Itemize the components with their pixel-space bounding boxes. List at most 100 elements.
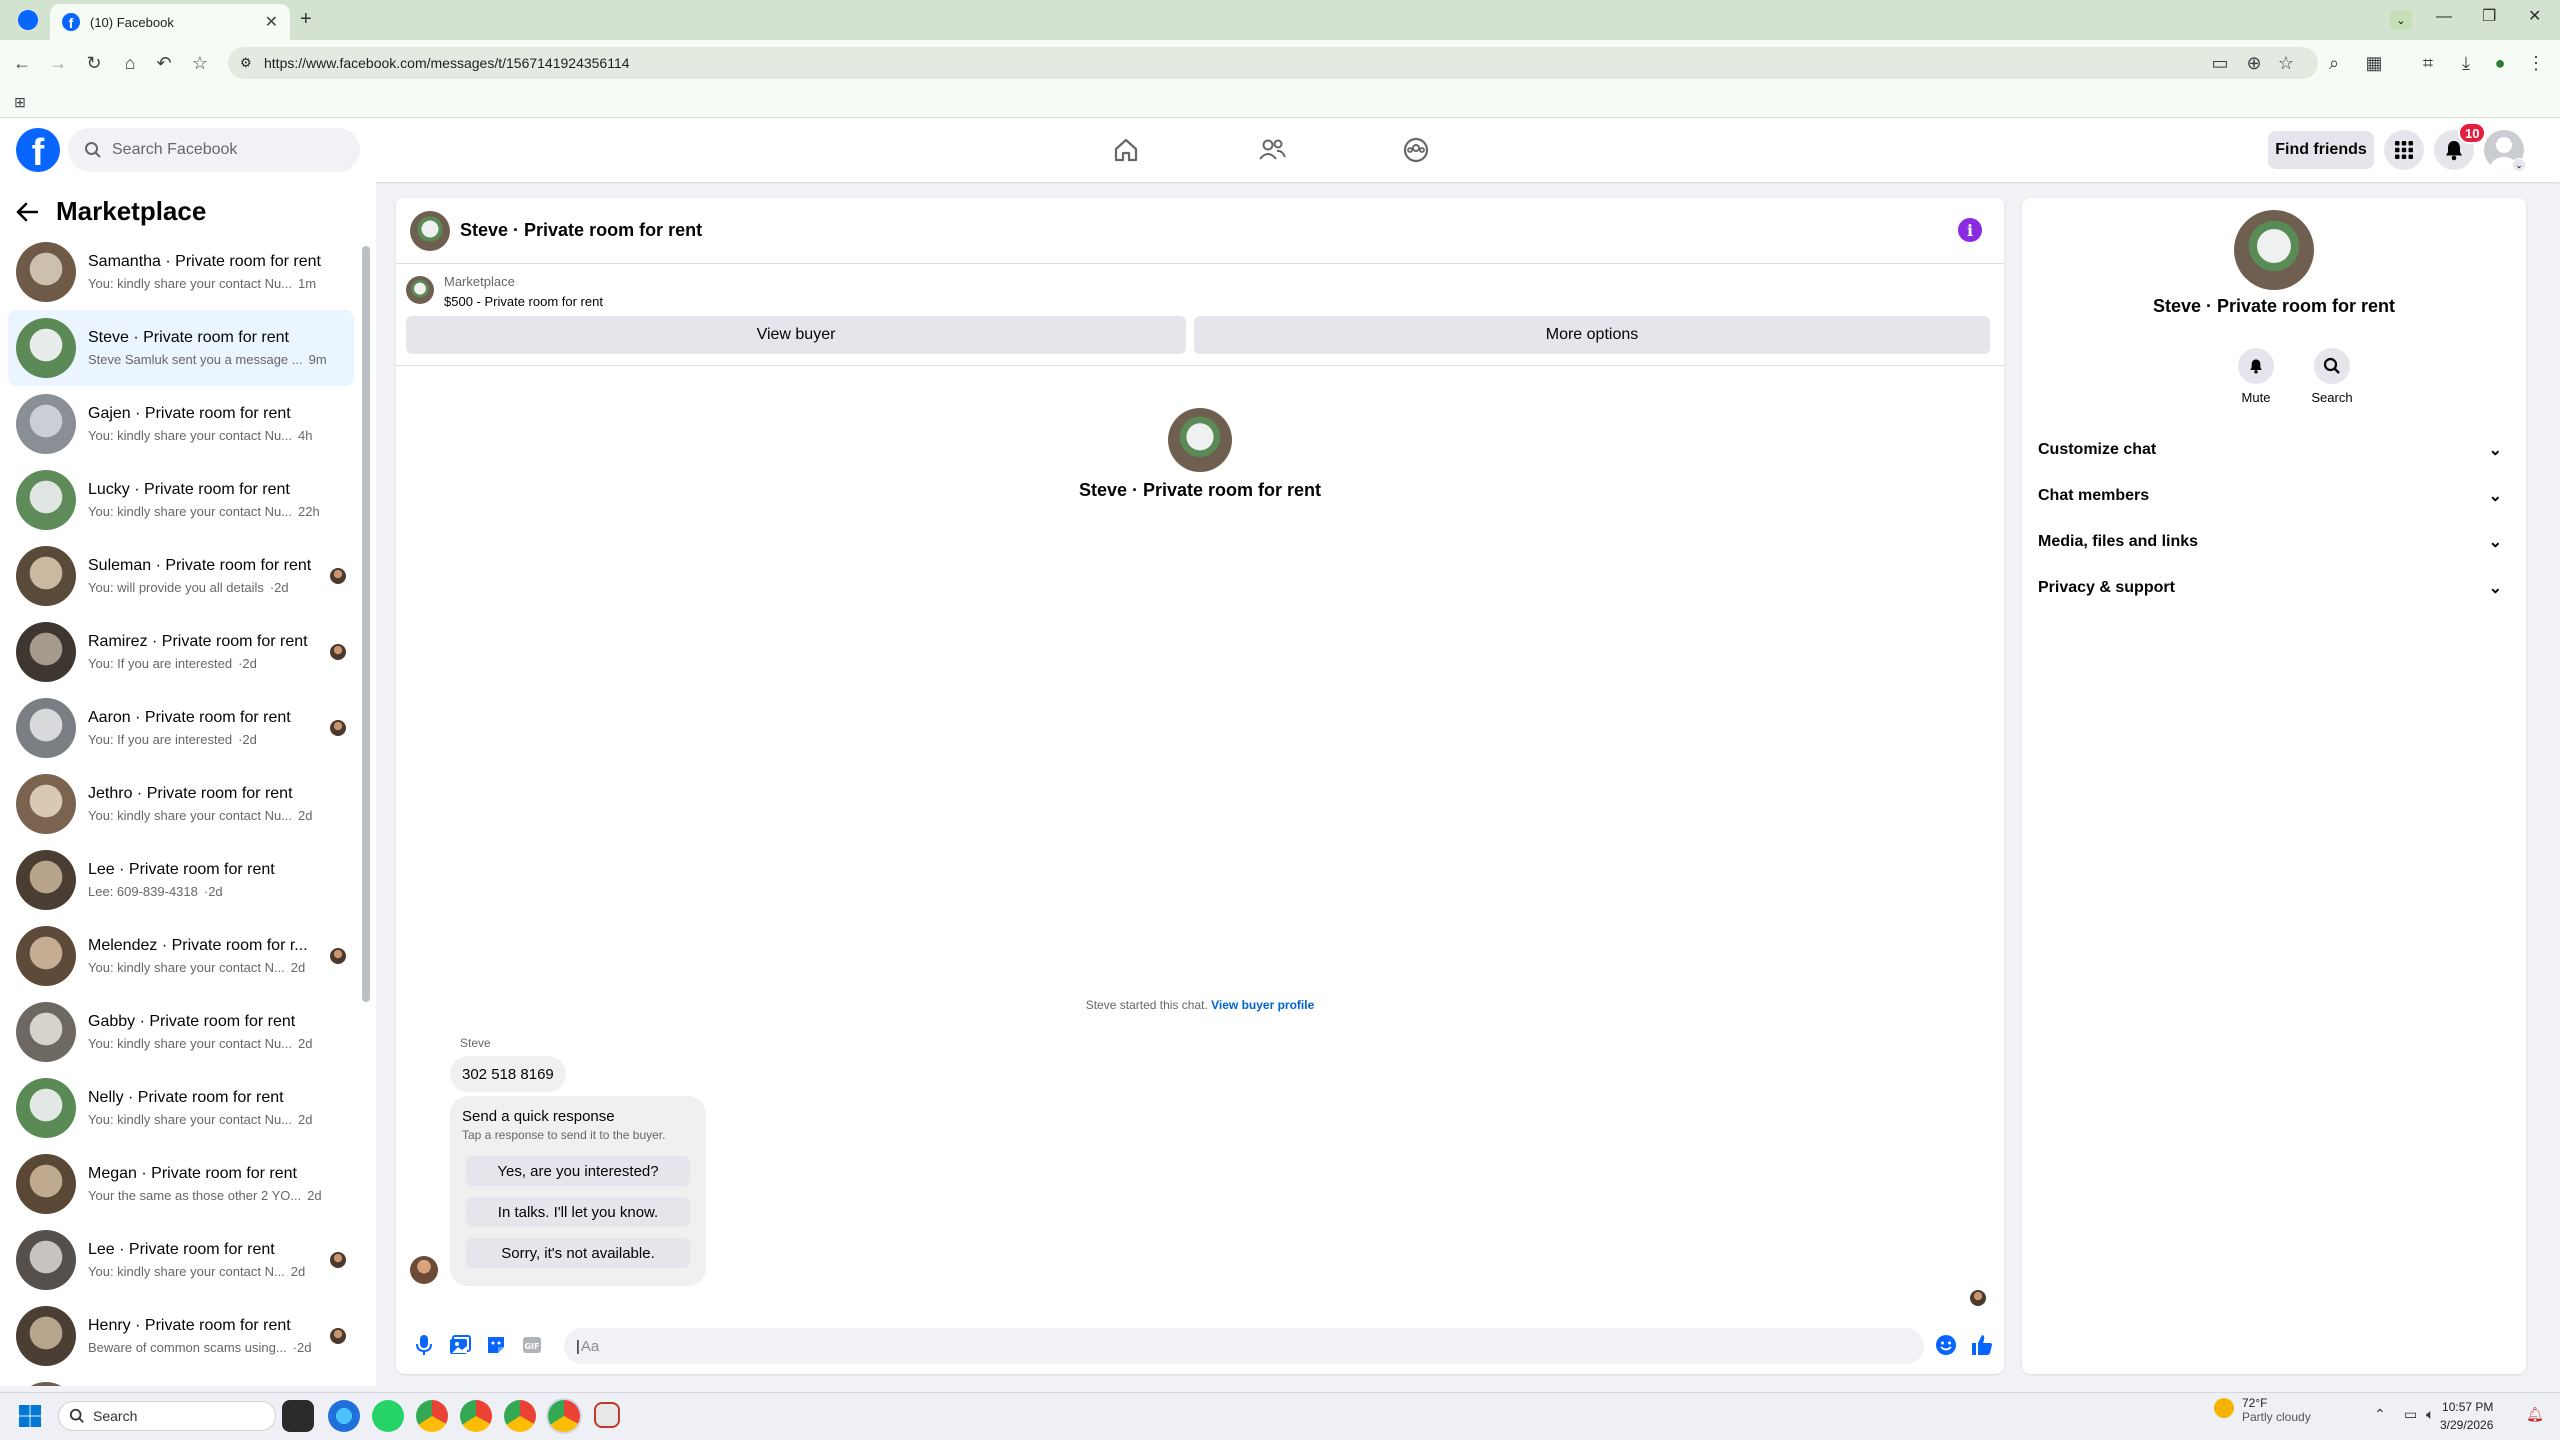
conversation-item[interactable]: Melendez · Private room for r... You: kin… — [8, 918, 354, 994]
close-tab-icon[interactable]: ✕ — [265, 12, 278, 32]
apps-grid-icon[interactable]: ⊞ — [6, 88, 34, 116]
taskbar-search-input[interactable]: Search — [58, 1401, 276, 1431]
conversation-item[interactable]: Lucky · Private room for rent You: kindly… — [8, 462, 354, 538]
quick-reply-interested[interactable]: Yes, are you interested? — [466, 1156, 690, 1186]
photo-icon[interactable] — [442, 1327, 478, 1363]
forward-icon[interactable]: → — [44, 49, 72, 77]
reload-icon[interactable]: ↻ — [80, 49, 108, 77]
notification-bell-icon[interactable]: 🔔︎ — [2526, 1406, 2544, 1423]
restore-icon[interactable]: ❐ — [2482, 6, 2496, 26]
weather-widget[interactable]: 72°F Partly cloudy — [2242, 1396, 2311, 1424]
listing-thumbnail[interactable] — [406, 276, 434, 304]
sender-avatar[interactable] — [410, 1256, 438, 1284]
network-icon[interactable]: ▭ — [2404, 1406, 2417, 1423]
chrome-active-icon[interactable] — [548, 1400, 580, 1432]
conversation-item[interactable]: Megan · Private room for rent Your the sa… — [8, 1146, 354, 1222]
new-tab-icon[interactable]: + — [300, 8, 312, 31]
info-avatar[interactable] — [2234, 210, 2314, 290]
account-chevron-icon[interactable]: ⌄ — [2512, 158, 2526, 172]
task-view-icon[interactable] — [282, 1400, 314, 1432]
nav-friends-icon[interactable] — [1216, 122, 1328, 178]
conversation-item[interactable]: Henry · Private room for rent Beware of c… — [8, 1298, 354, 1374]
install-app-icon[interactable]: ▭ — [2206, 49, 2234, 77]
undo-icon[interactable]: ↶ — [150, 49, 178, 77]
privacy-support-row[interactable]: Privacy & support ⌄ — [2038, 566, 2510, 610]
facebook-search-input[interactable]: Search Facebook — [68, 128, 360, 172]
listing-price-title[interactable]: $500 - Private room for rent — [444, 294, 603, 309]
like-thumb-icon[interactable] — [1964, 1327, 2000, 1363]
emoji-icon[interactable] — [1928, 1327, 1964, 1363]
conversation-item[interactable]: Samantha · Private room for rent You: kin… — [8, 234, 354, 310]
edge-browser-icon[interactable] — [328, 1400, 360, 1432]
info-icon[interactable]: i — [1958, 218, 1982, 242]
back-icon[interactable]: ← — [8, 49, 36, 77]
conversation-item[interactable]: Nelly · Private room for rent You: kindly… — [8, 1070, 354, 1146]
conversation-item[interactable]: Gabby · Private room for rent You: kindly… — [8, 994, 354, 1070]
conversation-item[interactable]: Aaron · Private room for rent You: If you… — [8, 690, 354, 766]
view-buyer-profile-link[interactable]: View buyer profile — [1211, 998, 1314, 1012]
conversation-name: Ramirez · Private room for rent — [88, 633, 308, 650]
weather-icon[interactable] — [2214, 1398, 2234, 1418]
conversation-item[interactable]: Lee · Private room for rent Lee: 609-839-… — [8, 842, 354, 918]
tab-search-icon[interactable]: ⌄ — [2390, 10, 2412, 30]
chat-avatar[interactable] — [410, 210, 450, 251]
sidebar-scrollbar-thumb[interactable] — [362, 246, 370, 1002]
customize-chat-row[interactable]: Customize chat ⌄ — [2038, 428, 2510, 472]
conversation-sidebar: Marketplace Samantha · Private room for … — [0, 182, 376, 1386]
chrome-profile-icon[interactable] — [460, 1400, 492, 1432]
conversation-item[interactable]: Ramirez · Private room for rent You: If y… — [8, 614, 354, 690]
volume-icon[interactable]: 🔈︎ — [2426, 1406, 2434, 1423]
facebook-logo-icon[interactable]: f — [16, 128, 60, 172]
microphone-icon[interactable] — [406, 1327, 442, 1363]
crop-icon[interactable]: ⌗ — [2414, 49, 2442, 77]
gif-icon[interactable]: GIF — [514, 1327, 550, 1363]
address-bar[interactable]: ⚙ https://www.facebook.com/messages/t/15… — [228, 47, 2318, 79]
conversation-item[interactable]: Gajen · Private room for rent You: kindly… — [8, 386, 354, 462]
snipping-tool-icon[interactable] — [594, 1402, 620, 1428]
system-clock[interactable]: 10:57 PM 3/29/2026 — [2440, 1398, 2493, 1434]
marketplace-listing-bar: Marketplace $500 - Private room for rent… — [396, 264, 2004, 366]
show-hidden-icons-icon[interactable]: ⌃ — [2374, 1406, 2386, 1423]
quick-reply-in-talks[interactable]: In talks. I'll let you know. — [466, 1197, 690, 1227]
site-info-icon[interactable]: ⚙ — [240, 55, 252, 71]
conversation-item[interactable]: Jethro · Private room for rent You: kindl… — [8, 766, 354, 842]
sticker-icon[interactable] — [478, 1327, 514, 1363]
menu-grid-icon[interactable] — [2384, 130, 2424, 170]
media-files-links-row[interactable]: Media, files and links ⌄ — [2038, 520, 2510, 564]
chat-members-row[interactable]: Chat members ⌄ — [2038, 474, 2510, 518]
browser-tab[interactable]: f (10) Facebook ✕ — [50, 4, 290, 40]
star-icon[interactable]: ☆ — [2272, 49, 2300, 77]
find-friends-button[interactable]: Find friends — [2268, 131, 2374, 169]
windows-start-icon[interactable] — [18, 1404, 42, 1428]
message-input[interactable]: | Aa — [564, 1328, 1924, 1364]
conversation-time: 2d — [290, 960, 306, 975]
back-arrow-icon[interactable] — [16, 202, 38, 222]
nav-groups-icon[interactable] — [1360, 122, 1472, 178]
bookmark-star-icon[interactable]: ☆ — [186, 49, 214, 77]
close-window-icon[interactable]: ✕ — [2528, 6, 2541, 26]
conversation-item[interactable]: Lamar · Private room for rent — [8, 1374, 354, 1386]
minimize-icon[interactable]: — — [2436, 8, 2452, 26]
conversation-item[interactable]: Steve · Private room for rent Steve Samlu… — [8, 310, 354, 386]
menu-icon[interactable]: ⋮ — [2522, 49, 2550, 77]
conversation-item[interactable]: Suleman · Private room for rent You: will… — [8, 538, 354, 614]
nav-home-icon[interactable] — [1070, 122, 1182, 178]
chrome-profile-2-icon[interactable] — [504, 1400, 536, 1432]
message-bubble[interactable]: 302 518 8169 — [450, 1056, 566, 1092]
facebook-tab-icon[interactable] — [18, 10, 38, 30]
zoom-icon[interactable]: ⊕ — [2240, 49, 2268, 77]
more-options-button[interactable]: More options — [1194, 316, 1990, 354]
search-icon[interactable]: ⌕ — [2320, 49, 2348, 77]
home-icon[interactable]: ⌂ — [116, 49, 144, 77]
profile-icon[interactable]: ● — [2486, 49, 2514, 77]
whatsapp-icon[interactable] — [372, 1400, 404, 1432]
chrome-icon[interactable] — [416, 1400, 448, 1432]
quick-reply-not-available[interactable]: Sorry, it's not available. — [466, 1238, 690, 1268]
extensions-icon[interactable]: ▦ — [2360, 49, 2388, 77]
view-buyer-button[interactable]: View buyer — [406, 316, 1186, 354]
chat-title[interactable]: Steve · Private room for rent — [460, 220, 702, 241]
conversation-item[interactable]: Lee · Private room for rent You: kindly s… — [8, 1222, 354, 1298]
download-icon[interactable]: ⤓ — [2452, 49, 2480, 77]
mute-button[interactable]: Mute — [2226, 348, 2286, 405]
search-conversation-button[interactable]: Search — [2302, 348, 2362, 405]
